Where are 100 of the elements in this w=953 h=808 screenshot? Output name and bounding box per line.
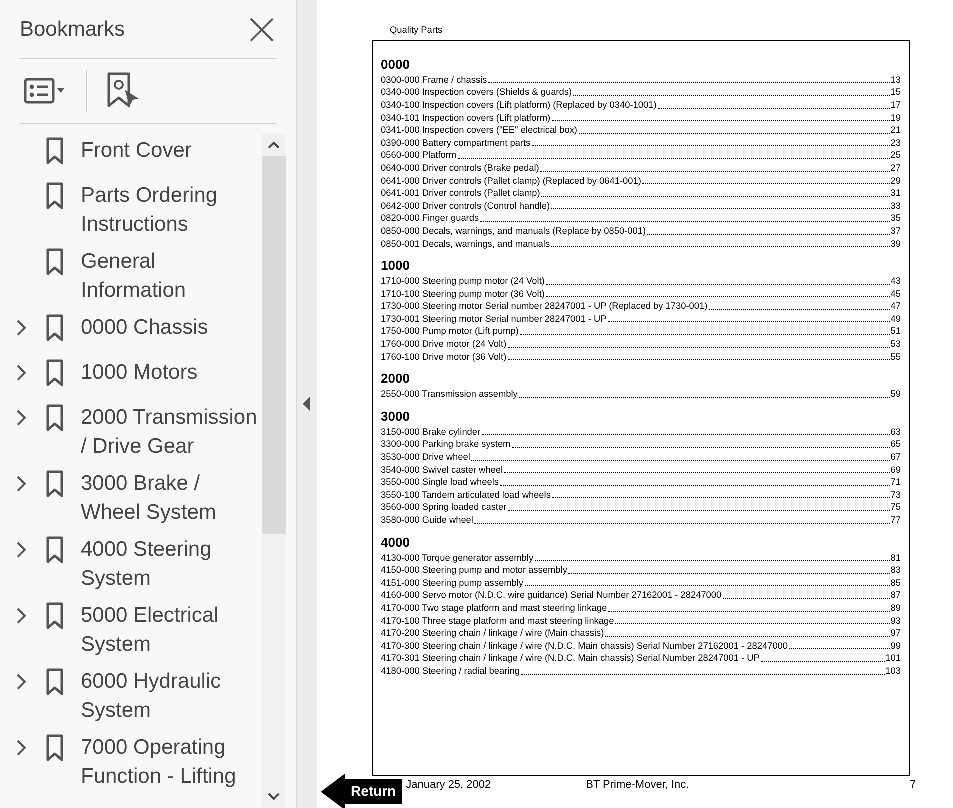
bookmark-label: General Information: [81, 248, 188, 304]
toc-entry: 3530-000 Drive wheel 67: [381, 451, 901, 464]
toc-entry: 0340-000 Inspection covers (Shields & guards) 15: [381, 86, 901, 99]
toc-entry: 4130-000 Torque generator assembly 81: [381, 552, 901, 564]
toc-entry: 0850-000 Decals, warnings, and manuals (Replace by 0850-001) 37: [381, 224, 901, 238]
section-heading: 4000: [381, 534, 411, 551]
toc-entry: 0641-001 Driver controls (Pallet clamp) 31: [381, 187, 901, 200]
bookmark-icon: [46, 358, 64, 386]
toc-entry: 0340-100 Inspection covers (Lift platform) (Replaced by 0340-1001) 17: [381, 98, 901, 112]
bookmark-item[interactable]: 1000 Motors: [16, 358, 262, 394]
toc-entry: 0390-000 Battery compartment parts 23: [381, 136, 901, 150]
bookmark-target-icon[interactable]: [107, 72, 141, 110]
bookmark-item[interactable]: General Information: [16, 246, 262, 304]
toc-entry: 0640-000 Driver controls (Brake pedal) 27: [381, 162, 901, 175]
toc-entry: 0820-000 Finger guards 35: [381, 212, 901, 225]
bookmark-item[interactable]: 5000 Electrical System: [16, 600, 262, 658]
toc-entry: 3580-000 Guide wheel 77: [381, 514, 901, 527]
bookmark-icon: [46, 470, 64, 498]
bookmark-item[interactable]: 4000 Steering System: [16, 534, 262, 592]
section-heading: 2000: [381, 371, 411, 388]
toc-entry: 0300-000 Frame / chassis 13: [381, 74, 901, 86]
toc-entry: 1760-100 Drive motor (36 Volt) 55: [381, 350, 901, 364]
toc-entry: 4170-000 Two stage platform and mast steering linkage 89: [381, 602, 901, 615]
bookmark-icon: [46, 668, 64, 696]
toc-entry: 4151-000 Steering pump assembly 85: [381, 576, 901, 590]
toc-entry: 0642-000 Driver controls (Control handle) 33: [381, 200, 901, 212]
toc-entry: 0341-000 Inspection covers ("EE" electrical box) 21: [381, 124, 901, 137]
bookmark-item[interactable]: 7000 Operating Function - Lifting: [16, 732, 262, 790]
toc-entry: 3300-000 Parking brake system 65: [381, 438, 901, 452]
bookmark-label: 1000 Motors: [81, 360, 199, 386]
chevron-right-icon[interactable]: [16, 364, 28, 382]
arrow-left-icon: [321, 774, 345, 808]
bookmark-icon: [46, 602, 64, 630]
bookmark-icon: [46, 536, 64, 564]
bookmark-label: 5000 Electrical System: [81, 602, 220, 658]
page-number: 7: [910, 778, 916, 793]
bookmark-label: 7000 Operating Function - Lifting: [81, 734, 238, 790]
bookmark-label: Front Cover: [81, 138, 193, 164]
bookmark-label: 0000 Chassis: [81, 314, 210, 340]
chevron-right-icon[interactable]: [16, 738, 28, 756]
bookmark-item[interactable]: 6000 Hydraulic System: [16, 666, 262, 724]
chevron-right-icon[interactable]: [16, 318, 28, 336]
bookmark-icon: [46, 404, 64, 432]
chevron-right-icon[interactable]: [16, 408, 28, 426]
toc-entry: 3550-100 Tandem articulated load wheels 73: [381, 488, 901, 502]
bookmark-item[interactable]: 3000 Brake / Wheel System: [16, 468, 262, 526]
bookmark-icon: [46, 734, 64, 762]
toc-entry: 4170-301 Steering chain / linkage / wire (N.D.C. Main chassis) Serial Number 28247001 - UP 101: [381, 652, 901, 665]
panel-title: Bookmarks: [20, 17, 126, 43]
bookmark-item[interactable]: Parts Ordering Instructions: [16, 180, 262, 238]
bookmark-label: 6000 Hydraulic System: [81, 668, 222, 724]
bookmark-label: Parts Ordering Instructions: [81, 182, 219, 238]
scrollbar[interactable]: [262, 134, 286, 808]
toc-entry: 1710-000 Steering pump motor (24 Volt) 43: [381, 275, 901, 288]
toc-entry: 1710-100 Steering pump motor (36 Volt) 45: [381, 288, 901, 300]
toc-entry: 4170-300 Steering chain / linkage / wire (N.D.C. Main chassis) Serial Number 27162001 - 28247000 99: [381, 640, 901, 652]
footer-company: BT Prime-Mover, Inc.: [586, 778, 690, 793]
section-heading: 1000: [381, 258, 411, 274]
toc-entry: 1760-000 Drive motor (24 Volt) 53: [381, 338, 901, 351]
toc-entry: 4170-100 Three stage platform and mast steering linkage 93: [381, 614, 901, 628]
bookmark-icon: [46, 182, 64, 210]
section-heading: 0000: [381, 56, 411, 73]
toc-entry: 2550-000 Transmission assembly 59: [381, 388, 901, 401]
chevron-right-icon[interactable]: [16, 606, 28, 624]
toc-entry: 4170-200 Steering chain / linkage / wire (Main chassis) 97: [381, 627, 901, 640]
toc-entry: 3150-000 Brake cylinder 63: [381, 426, 901, 438]
options-menu-button[interactable]: [24, 78, 66, 104]
scrollbar-thumb[interactable]: [262, 156, 286, 534]
chevron-right-icon[interactable]: [16, 540, 28, 558]
scroll-down-icon[interactable]: [267, 792, 281, 802]
bookmark-icon: [46, 314, 64, 342]
chevron-right-icon[interactable]: [16, 474, 28, 492]
bookmark-item[interactable]: 0000 Chassis: [16, 312, 262, 350]
bookmark-label: 2000 Transmission / Drive Gear: [81, 404, 258, 460]
scroll-up-icon[interactable]: [267, 140, 281, 150]
footer-date: January 25, 2002: [406, 778, 492, 793]
toc-entry: 0340-101 Inspection covers (Lift platform) 19: [381, 112, 901, 124]
bookmark-label: 4000 Steering System: [81, 536, 213, 592]
toc-entry: 1750-000 Pump motor (Lift pump) 51: [381, 325, 901, 338]
bookmark-label: 3000 Brake / Wheel System: [81, 470, 218, 526]
toc-entry: 3560-000 Spring loaded caster 75: [381, 501, 901, 514]
bookmark-item[interactable]: 2000 Transmission / Drive Gear: [16, 402, 262, 460]
toc-entry: 3540-000 Swivel caster wheel 69: [381, 464, 901, 476]
page-header: Quality Parts: [389, 24, 444, 37]
toc-entry: 1730-000 Steering motor Serial number 28247001 - UP (Replaced by 1730-001) 47: [381, 300, 901, 313]
collapse-icon[interactable]: [303, 397, 311, 411]
toc-entry: 4160-000 Servo motor (N.D.C. wire guidance) Serial Number 27162001 - 28247000 87: [381, 589, 901, 602]
chevron-right-icon[interactable]: [16, 672, 28, 690]
toc-entry: 3550-000 Single load wheels 71: [381, 476, 901, 489]
toc-entry: 4150-000 Steering pump and motor assembly 83: [381, 564, 901, 577]
bookmark-item[interactable]: Front Cover: [16, 136, 262, 172]
toc-entry: 0641-000 Driver controls (Pallet clamp) (Replaced by 0641-001) 29: [381, 174, 901, 188]
toc-entry: 0560-000 Platform 25: [381, 149, 901, 162]
section-heading: 3000: [381, 408, 411, 425]
toc-entry: 1730-001 Steering motor Serial number 28247001 - UP 49: [381, 312, 901, 326]
bookmark-icon: [46, 136, 64, 164]
bookmark-icon: [46, 248, 64, 276]
close-button[interactable]: [248, 16, 276, 44]
toc-entry: 4180-000 Steering / radial bearing 103: [381, 664, 901, 678]
toc-entry: 0850-001 Decals, warnings, and manuals 39: [381, 238, 901, 250]
